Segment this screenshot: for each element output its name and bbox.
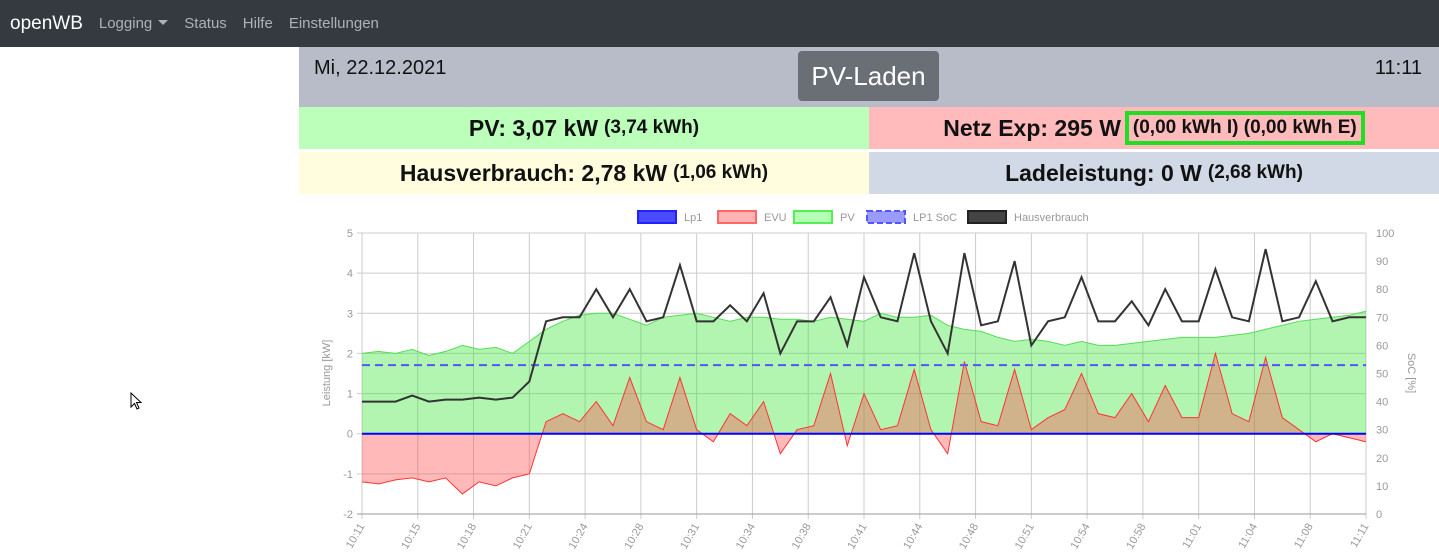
legend-label[interactable]: PV bbox=[840, 212, 855, 224]
x-tick-label: 10:38 bbox=[790, 522, 814, 552]
y-tick-label: 3 bbox=[347, 308, 353, 320]
x-tick-label: 10:58 bbox=[1124, 522, 1148, 552]
y2-tick-label: 30 bbox=[1376, 425, 1388, 437]
x-tick-label: 10:15 bbox=[399, 522, 423, 552]
y2-tick-label: 60 bbox=[1376, 340, 1388, 352]
x-tick-label: 10:18 bbox=[455, 522, 479, 552]
x-tick-label: 11:01 bbox=[1181, 522, 1205, 551]
x-tick-label: 11:04 bbox=[1236, 522, 1260, 551]
power-chart: 10:11 10:15 10:18 10:21 10:24 10:28 10:31 10:34… bbox=[321, 210, 1417, 552]
y-tick-label: 5 bbox=[347, 228, 353, 240]
y2-tick-label: 70 bbox=[1376, 312, 1388, 324]
x-tick-label: 10:31 bbox=[678, 522, 702, 552]
x-tick-label: 10:48 bbox=[957, 522, 981, 552]
y2-tick-label: 90 bbox=[1376, 256, 1388, 268]
y-tick-label: 0 bbox=[347, 429, 353, 441]
y2-tick-label: 100 bbox=[1376, 228, 1394, 240]
y-tick-label: 4 bbox=[347, 268, 353, 280]
y2-tick-label: 50 bbox=[1376, 369, 1388, 381]
x-tick-label: 11:08 bbox=[1292, 522, 1316, 551]
y-tick-label: 2 bbox=[347, 348, 353, 360]
y-tick-label: -1 bbox=[343, 469, 353, 481]
y2-axis-label: SoC [%] bbox=[1405, 353, 1417, 393]
x-tick-label: 10:34 bbox=[734, 522, 758, 552]
y2-tick-label: 0 bbox=[1376, 509, 1382, 521]
y-tick-label: -2 bbox=[343, 509, 353, 521]
legend-swatch[interactable] bbox=[637, 210, 677, 224]
legend-swatch[interactable] bbox=[717, 210, 757, 224]
legend-label[interactable]: Hausverbrauch bbox=[1014, 212, 1089, 224]
x-tick-label: 10:11 bbox=[344, 522, 368, 551]
x-tick-label: 10:28 bbox=[622, 522, 646, 552]
x-tick-label: 10:24 bbox=[567, 522, 591, 552]
y2-tick-label: 80 bbox=[1376, 284, 1388, 296]
x-tick-label: 10:41 bbox=[845, 522, 869, 552]
x-tick-label: 10:44 bbox=[901, 522, 925, 552]
y2-tick-label: 40 bbox=[1376, 397, 1388, 409]
legend-label[interactable]: Lp1 bbox=[684, 212, 702, 224]
x-tick-label: 10:51 bbox=[1013, 522, 1037, 552]
x-tick-label: 10:21 bbox=[511, 522, 535, 552]
x-tick-label: 11:11 bbox=[1348, 522, 1371, 550]
y2-tick-label: 20 bbox=[1376, 453, 1388, 465]
x-tick-label: 10:54 bbox=[1069, 522, 1093, 552]
legend-label[interactable]: EVU bbox=[764, 212, 787, 224]
legend-label[interactable]: LP1 SoC bbox=[913, 212, 957, 224]
y-axis-label: Leistung [kW] bbox=[321, 340, 333, 407]
legend-swatch[interactable] bbox=[866, 210, 906, 224]
legend-swatch[interactable] bbox=[793, 210, 833, 224]
y2-tick-label: 10 bbox=[1376, 481, 1388, 493]
legend-swatch[interactable] bbox=[967, 210, 1007, 224]
y-tick-label: 1 bbox=[347, 389, 353, 401]
mouse-cursor-icon bbox=[130, 392, 143, 410]
